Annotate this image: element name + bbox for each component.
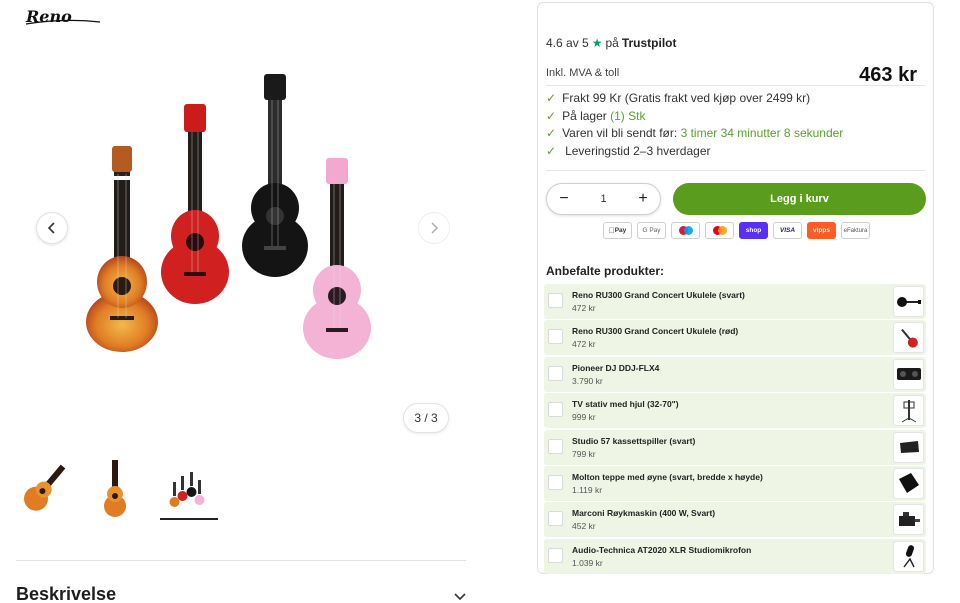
recommended-item[interactable]: Reno RU300 Grand Concert Ukulele (rød) 4… xyxy=(544,320,926,356)
recommended-checkbox[interactable] xyxy=(548,474,563,490)
apple-pay-icon: Pay xyxy=(603,222,632,239)
check-icon: ✓ xyxy=(546,91,557,105)
recommended-item[interactable]: Studio 57 kassettspiller (svart) 799 kr xyxy=(544,429,926,465)
shop-pay-icon: shop xyxy=(739,222,768,239)
recommended-name: Pioneer DJ DDJ-FLX4 xyxy=(572,362,660,373)
recommended-name: Studio 57 kassettspiller (svart) xyxy=(572,435,696,446)
purchase-panel: 4.6 av 5 ★ på Trustpilot Inkl. MVA & tol… xyxy=(537,2,934,574)
rating-provider: Trustpilot xyxy=(621,36,677,50)
section-divider xyxy=(16,560,466,561)
blanket-icon xyxy=(893,467,924,499)
add-to-cart-button[interactable]: Legg i kurv xyxy=(673,183,926,215)
smoke-machine-icon xyxy=(893,504,924,536)
recommended-price: 3.790 kr xyxy=(572,375,603,386)
recommended-name: Audio-Technica AT2020 XLR Studiomikrofon xyxy=(572,544,752,555)
next-image-button[interactable] xyxy=(418,212,450,244)
product-main-image xyxy=(60,60,420,380)
dj-controller-icon xyxy=(893,358,924,390)
mastercard-icon xyxy=(705,222,734,239)
recommended-checkbox[interactable] xyxy=(548,402,563,418)
tv-stand-icon xyxy=(893,395,924,427)
recommended-price: 1.119 kr xyxy=(572,484,603,495)
maestro-icon xyxy=(671,222,700,239)
check-icon: ✓ xyxy=(546,108,557,123)
recommended-name: Reno RU300 Grand Concert Ukulele (rød) xyxy=(572,326,739,337)
stock-label: På lager xyxy=(562,108,607,123)
efaktura-icon: eFaktura xyxy=(841,222,870,239)
vat-label: Inkl. MVA & toll xyxy=(546,67,620,79)
quantity-value[interactable]: 1 xyxy=(600,193,606,205)
rating-score: 4.6 av 5 xyxy=(546,36,589,50)
cassette-player-icon xyxy=(893,431,924,463)
recommended-checkbox[interactable] xyxy=(548,547,563,563)
send-label: Varen vil bli sendt før: xyxy=(562,126,678,140)
recommended-name: TV stativ med hjul (32-70") xyxy=(572,399,679,410)
recommended-price: 999 kr xyxy=(572,412,596,423)
check-icon: ✓ xyxy=(546,126,557,140)
divider xyxy=(546,170,925,171)
increase-quantity-button[interactable]: + xyxy=(636,191,650,207)
chevron-down-icon[interactable] xyxy=(452,588,468,603)
recommended-checkbox[interactable] xyxy=(548,511,563,527)
check-icon: ✓ xyxy=(546,143,557,158)
recommended-price: 452 kr xyxy=(572,521,596,532)
trustpilot-rating[interactable]: 4.6 av 5 ★ på Trustpilot xyxy=(546,36,677,50)
description-heading[interactable]: Beskrivelse xyxy=(16,584,116,603)
shipping-info: ✓ Frakt 99 Kr (Gratis frakt ved kjøp over… xyxy=(546,90,843,160)
recommended-name: Reno RU300 Grand Concert Ukulele (svart) xyxy=(572,290,745,300)
recommended-name: Molton teppe med øyne (svart, bredde x h… xyxy=(572,471,763,482)
recommended-item[interactable]: Audio-Technica AT2020 XLR Studiomikrofon… xyxy=(544,538,926,574)
recommended-checkbox[interactable] xyxy=(548,329,563,345)
delivery-text: Leveringstid 2–3 hverdager xyxy=(565,143,711,158)
brand-logo[interactable]: Reno xyxy=(24,6,102,28)
recommended-price: 472 kr xyxy=(572,339,596,350)
recommended-price: 799 kr xyxy=(572,448,596,459)
google-pay-icon: G Pay xyxy=(637,222,666,239)
image-counter: 3 / 3 xyxy=(403,403,449,433)
recommended-checkbox[interactable] xyxy=(548,365,563,381)
product-price: 463 kr xyxy=(859,64,917,86)
ukulele-pink xyxy=(303,158,371,359)
star-icon: ★ xyxy=(591,36,603,50)
thumbnail-3[interactable] xyxy=(160,456,218,520)
recommended-item[interactable]: Reno RU300 Grand Concert Ukulele (svart)… xyxy=(544,284,926,319)
thumbnail-strip xyxy=(16,456,218,520)
stock-value: (1) Stk xyxy=(610,108,646,123)
ukulele-sunburst xyxy=(86,146,158,352)
visa-icon: VISA xyxy=(773,222,802,239)
chevron-right-icon xyxy=(431,222,438,234)
recommended-item[interactable]: Pioneer DJ DDJ-FLX4 3.790 kr xyxy=(544,356,926,392)
guitar-black-icon xyxy=(893,286,924,317)
ukulele-black xyxy=(242,74,308,277)
quantity-stepper: − 1 + xyxy=(546,183,661,215)
microphone-icon xyxy=(893,540,924,572)
decrease-quantity-button[interactable]: − xyxy=(557,191,571,207)
recommended-checkbox[interactable] xyxy=(548,438,563,454)
divider xyxy=(546,85,925,86)
shipping-text: Frakt 99 Kr (Gratis frakt ved kjøp over … xyxy=(562,91,811,105)
rating-on: på xyxy=(605,36,619,50)
guitar-red-icon xyxy=(893,322,924,354)
send-countdown: 3 timer 34 minutter 8 sekunder xyxy=(680,126,844,140)
thumbnail-1[interactable] xyxy=(16,456,74,520)
thumbnail-2[interactable] xyxy=(86,456,144,520)
recommended-checkbox[interactable] xyxy=(548,293,563,308)
recommended-item[interactable]: Molton teppe med øyne (svart, bredde x h… xyxy=(544,465,926,501)
ukulele-red xyxy=(161,104,229,304)
recommended-item[interactable]: Marconi Røykmaskin (400 W, Svart) 452 kr xyxy=(544,502,926,538)
payment-methods: Pay G Pay shop VISA vipps eFaktura xyxy=(603,222,870,239)
vipps-icon: vipps xyxy=(807,222,836,239)
recommended-name: Marconi Røykmaskin (400 W, Svart) xyxy=(572,508,716,519)
chevron-left-icon xyxy=(47,222,55,234)
recommended-heading: Anbefalte produkter: xyxy=(546,264,665,278)
recommended-item[interactable]: TV stativ med hjul (32-70") 999 kr xyxy=(544,393,926,429)
recommended-list: Reno RU300 Grand Concert Ukulele (svart)… xyxy=(544,284,926,575)
recommended-price: 472 kr xyxy=(572,303,596,313)
recommended-price: 1.039 kr xyxy=(572,557,603,568)
previous-image-button[interactable] xyxy=(36,212,68,244)
